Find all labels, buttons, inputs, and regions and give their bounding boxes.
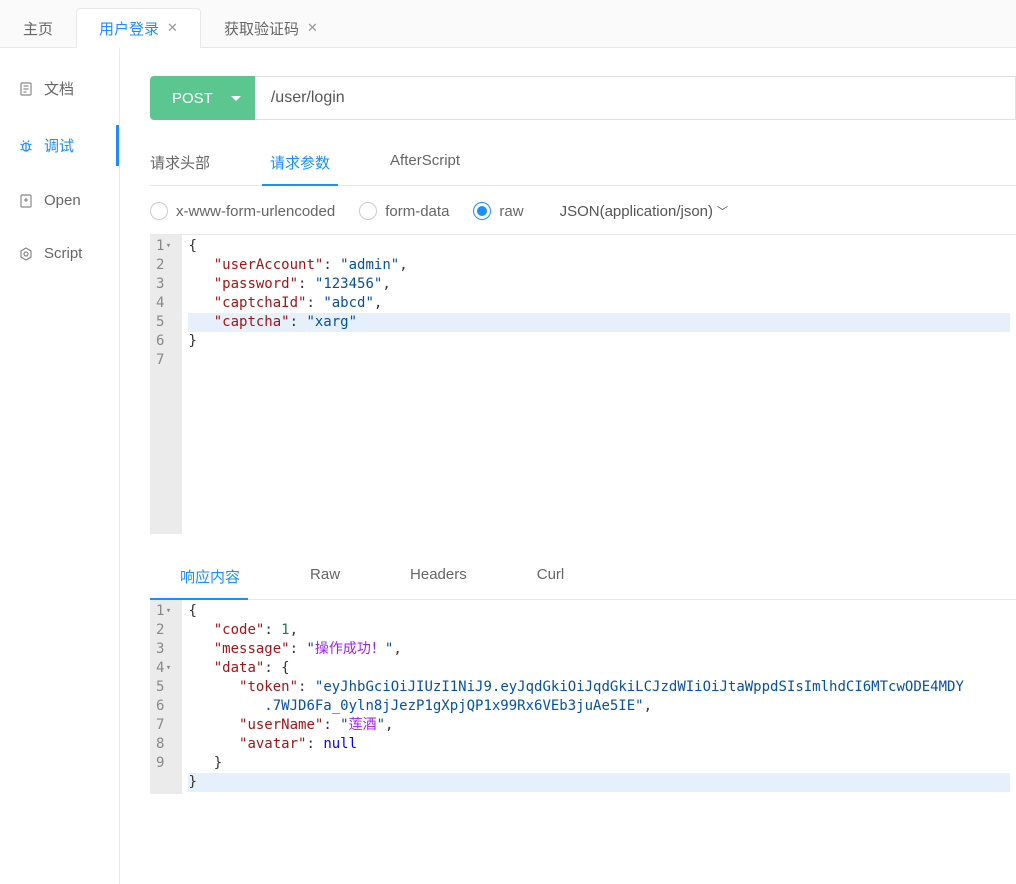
url-input[interactable] [255, 76, 1016, 120]
fold-icon[interactable]: ▾ [164, 237, 172, 256]
request-tabs: 请求头部 请求参数 AfterScript [150, 140, 1016, 186]
tab-label: 获取验证码 [224, 18, 299, 39]
tab-request-headers[interactable]: 请求头部 [150, 140, 210, 185]
sidebar: 文档 调试 Open Script [0, 48, 120, 884]
line-number: 5 [156, 313, 164, 332]
code-area[interactable]: { "code": 1, "message": "操作成功！", "data":… [182, 600, 1016, 794]
bug-icon [18, 138, 34, 154]
tab-afterscript[interactable]: AfterScript [390, 140, 460, 185]
doc-icon [18, 81, 34, 97]
tab-get-captcha[interactable]: 获取验证码 ✕ [201, 8, 341, 47]
editor-gutter: 1▾ 2 3 4 5 6 7 [150, 235, 182, 534]
tab-raw[interactable]: Raw [310, 554, 340, 599]
tab-label: 主页 [23, 18, 53, 39]
line-number: 2 [156, 256, 164, 275]
response-tabs: 响应内容 Raw Headers Curl [150, 554, 1016, 600]
open-icon [18, 193, 34, 209]
line-number: 4 [156, 659, 164, 678]
line-number: 9 [156, 754, 164, 773]
script-icon [18, 246, 34, 262]
radio-label: x-www-form-urlencoded [176, 203, 335, 220]
editor-gutter: 1▾ 2 3 4▾ 5 6 7 8 9 [150, 600, 182, 794]
tab-label: 用户登录 [99, 18, 159, 39]
radio-urlencoded[interactable]: x-www-form-urlencoded [150, 202, 335, 220]
radio-raw[interactable]: raw [473, 202, 523, 220]
sidebar-item-script[interactable]: Script [0, 227, 119, 280]
radio-icon [150, 202, 168, 220]
tab-user-login[interactable]: 用户登录 ✕ [76, 8, 201, 47]
tab-request-params[interactable]: 请求参数 [270, 140, 330, 185]
method-select[interactable]: POST [150, 76, 255, 120]
line-number: 3 [156, 640, 164, 659]
line-number: 6 [156, 697, 164, 716]
sidebar-item-label: Script [44, 245, 82, 262]
sidebar-item-open[interactable]: Open [0, 174, 119, 227]
request-body-editor[interactable]: 1▾ 2 3 4 5 6 7 { "userAccount": "admin",… [150, 234, 1016, 534]
sidebar-item-label: Open [44, 192, 81, 209]
line-number: 8 [156, 735, 164, 754]
content-type-select[interactable]: JSON(application/json)﹀ [560, 203, 728, 220]
radio-formdata[interactable]: form-data [359, 202, 449, 220]
close-icon[interactable]: ✕ [167, 20, 178, 36]
sidebar-item-debug[interactable]: 调试 [0, 117, 119, 174]
line-number: 1 [156, 602, 164, 621]
fold-icon[interactable]: ▾ [164, 602, 172, 621]
content-type-label: JSON(application/json) [560, 203, 713, 220]
tabs-bar: 主页 用户登录 ✕ 获取验证码 ✕ [0, 0, 1016, 48]
line-number: 3 [156, 275, 164, 294]
tab-headers[interactable]: Headers [410, 554, 467, 599]
request-url-row: POST [150, 76, 1016, 120]
body-type-row: x-www-form-urlencoded form-data raw JSON… [150, 202, 1016, 220]
radio-label: raw [499, 203, 523, 220]
chevron-down-icon: ﹀ [717, 203, 728, 219]
radio-label: form-data [385, 203, 449, 220]
fold-icon[interactable]: ▾ [164, 659, 172, 678]
sidebar-item-label: 文档 [44, 78, 74, 99]
line-number: 7 [156, 716, 164, 735]
tab-response-content[interactable]: 响应内容 [180, 554, 240, 599]
sidebar-item-label: 调试 [44, 135, 74, 156]
line-number: 6 [156, 332, 164, 351]
method-label: POST [172, 90, 213, 107]
close-icon[interactable]: ✕ [307, 20, 318, 36]
line-number: 1 [156, 237, 164, 256]
tab-curl[interactable]: Curl [537, 554, 565, 599]
radio-icon [359, 202, 377, 220]
line-number: 2 [156, 621, 164, 640]
line-number: 4 [156, 294, 164, 313]
radio-icon [473, 202, 491, 220]
code-area[interactable]: { "userAccount": "admin", "password": "1… [182, 235, 1016, 534]
line-number: 5 [156, 678, 164, 697]
sidebar-item-doc[interactable]: 文档 [0, 60, 119, 117]
response-body-editor[interactable]: 1▾ 2 3 4▾ 5 6 7 8 9 { "code": 1, "messag… [150, 600, 1016, 794]
tab-home[interactable]: 主页 [0, 8, 76, 47]
line-number: 7 [156, 351, 164, 370]
